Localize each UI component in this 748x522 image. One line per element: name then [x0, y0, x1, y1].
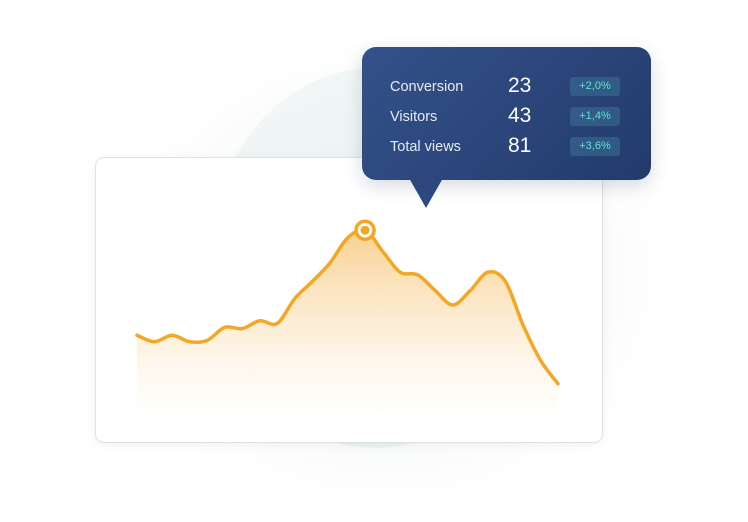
- data-point: [258, 319, 262, 323]
- data-point: [153, 340, 157, 344]
- tooltip-pointer: [409, 178, 443, 208]
- data-point: [188, 340, 192, 344]
- data-point: [521, 323, 525, 327]
- metric-value: 43: [508, 104, 532, 127]
- data-point: [135, 333, 139, 337]
- data-point: [503, 279, 507, 283]
- metric-value: 23: [508, 74, 532, 97]
- data-point: [556, 382, 560, 386]
- tooltip: Conversion 23 +2,0% Visitors 43 +1,4% To…: [362, 47, 651, 180]
- change-badge: +1,4%: [570, 107, 620, 126]
- data-point: [416, 273, 420, 277]
- highlight-marker-dot: [360, 225, 370, 235]
- data-point: [451, 303, 455, 307]
- data-point: [433, 289, 437, 293]
- data-point: [381, 249, 385, 253]
- metric-label: Visitors: [390, 109, 438, 125]
- data-point: [310, 279, 314, 283]
- data-point: [346, 236, 350, 240]
- data-point: [240, 327, 244, 331]
- metric-label: Conversion: [390, 79, 464, 95]
- data-point: [538, 358, 542, 362]
- metric-value: 81: [508, 134, 532, 157]
- metric-label: Total views: [390, 139, 461, 155]
- data-point: [486, 270, 490, 274]
- data-point: [328, 261, 332, 265]
- tooltip-row-conversion: Conversion 23 +2,0%: [390, 74, 630, 98]
- data-point: [293, 296, 297, 300]
- data-point: [275, 321, 279, 325]
- area-fill: [137, 229, 558, 410]
- change-badge: +3,6%: [570, 137, 620, 156]
- change-badge: +2,0%: [570, 77, 620, 96]
- data-point: [223, 325, 227, 329]
- data-point: [398, 270, 402, 274]
- data-point: [205, 338, 209, 342]
- data-point: [170, 333, 174, 337]
- data-point: [468, 289, 472, 293]
- tooltip-row-visitors: Visitors 43 +1,4%: [390, 104, 630, 128]
- tooltip-row-total-views: Total views 81 +3,6%: [390, 134, 630, 158]
